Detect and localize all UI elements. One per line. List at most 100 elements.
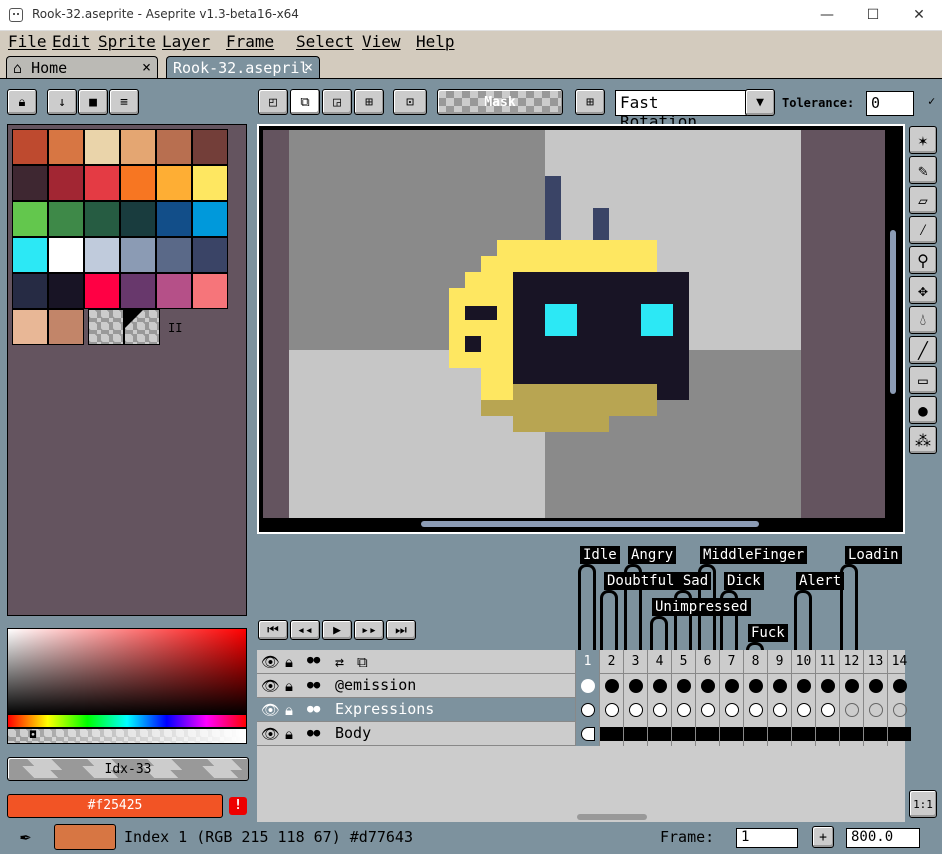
lock-palette-button[interactable]: 🔒︎: [7, 89, 37, 115]
cel[interactable]: [839, 698, 863, 722]
frame-header[interactable]: 1: [575, 650, 599, 674]
palette-swatch[interactable]: [48, 273, 84, 309]
cel[interactable]: [575, 722, 599, 746]
palette-swatch[interactable]: [48, 129, 84, 165]
cel[interactable]: [575, 698, 599, 722]
zoom-reset-button[interactable]: 1:1: [909, 790, 937, 818]
tool-pencil[interactable]: ✎: [909, 156, 937, 184]
cel[interactable]: [647, 698, 671, 722]
layer-name[interactable]: @emission: [335, 676, 416, 694]
selection-replace-button[interactable]: ◰: [258, 89, 288, 115]
palette-swatch[interactable]: [192, 237, 228, 273]
cel[interactable]: [671, 674, 695, 698]
palette-swatch[interactable]: [12, 237, 48, 273]
tool-line[interactable]: ╱: [909, 336, 937, 364]
index-button[interactable]: Idx-33: [7, 757, 249, 781]
visibility-eye-icon[interactable]: 👁︎: [261, 701, 280, 719]
menu-file[interactable]: File: [8, 32, 47, 51]
layer-settings-icon[interactable]: ⧉: [357, 653, 368, 671]
cel[interactable]: [623, 722, 647, 746]
frame-input[interactable]: 1: [736, 828, 798, 848]
tag-middlefinger[interactable]: MiddleFinger: [700, 546, 808, 564]
palette-swatch[interactable]: [120, 129, 156, 165]
cel[interactable]: [839, 722, 863, 746]
tolerance-input[interactable]: 0: [866, 91, 914, 116]
first-frame-button[interactable]: ⏮: [258, 620, 288, 640]
palette-swatch[interactable]: [84, 273, 120, 309]
palette-swatch[interactable]: [84, 237, 120, 273]
frame-header[interactable]: 9: [767, 650, 791, 674]
cel[interactable]: [719, 698, 743, 722]
layer-name[interactable]: Body: [335, 724, 371, 742]
menu-frame[interactable]: Frame: [226, 32, 274, 51]
minimize-button[interactable]: —: [804, 0, 850, 30]
palette-swatch[interactable]: [48, 309, 84, 345]
layer-row[interactable]: 👁︎ 🔒︎ ●● Body: [257, 722, 911, 746]
cel[interactable]: [863, 722, 887, 746]
cel[interactable]: [647, 722, 671, 746]
overflow-chevron-icon[interactable]: ✓: [928, 94, 935, 108]
frame-header[interactable]: 12: [839, 650, 863, 674]
tag-angry[interactable]: Angry: [628, 546, 677, 564]
menu-view[interactable]: View: [362, 32, 401, 51]
transparent-color-button[interactable]: ⊞: [575, 89, 605, 115]
tool-eyedropper[interactable]: ⁄: [909, 216, 937, 244]
cel[interactable]: [815, 722, 839, 746]
cel[interactable]: [767, 722, 791, 746]
selection-intersect-button[interactable]: ⊞: [354, 89, 384, 115]
palette-swatch[interactable]: [12, 273, 48, 309]
palette-swatch[interactable]: [192, 129, 228, 165]
prev-frame-button[interactable]: ◂◂: [290, 620, 320, 640]
cel[interactable]: [887, 698, 911, 722]
layer-row[interactable]: 👁︎ 🔒︎ ●● @emission: [257, 674, 907, 698]
visibility-header-icon[interactable]: 👁︎: [261, 653, 280, 671]
transparent-swatch[interactable]: [88, 309, 124, 345]
tab-home[interactable]: ⌂ Home ×: [6, 56, 158, 79]
frame-header[interactable]: 13: [863, 650, 887, 674]
palette-swatch[interactable]: [48, 201, 84, 237]
palette-swatch[interactable]: [192, 201, 228, 237]
cel[interactable]: [743, 698, 767, 722]
layer-row[interactable]: 👁︎ 🔒︎ ●● Expressions: [257, 698, 907, 722]
palette-swatch[interactable]: [84, 129, 120, 165]
cel[interactable]: [767, 698, 791, 722]
tag-dick[interactable]: Dick: [724, 572, 764, 590]
palette-swatch[interactable]: [120, 201, 156, 237]
palette-swatch[interactable]: [12, 165, 48, 201]
cel[interactable]: [887, 674, 911, 698]
cel[interactable]: [719, 674, 743, 698]
alpha-handle-icon[interactable]: ◘: [30, 730, 36, 741]
cel[interactable]: [791, 674, 815, 698]
cel[interactable]: [815, 674, 839, 698]
onion-skin-header-icon[interactable]: ●●: [307, 653, 320, 666]
sort-palette-button[interactable]: ↓: [47, 89, 77, 115]
layer-name[interactable]: Expressions: [335, 700, 434, 718]
menu-sprite[interactable]: Sprite: [98, 32, 156, 51]
play-button[interactable]: ▶: [322, 620, 352, 640]
cel[interactable]: [791, 698, 815, 722]
palette-swatch[interactable]: [156, 201, 192, 237]
palette-swatch[interactable]: [120, 273, 156, 309]
tool-blur[interactable]: ⁂: [909, 426, 937, 454]
palette-swatch[interactable]: [156, 237, 192, 273]
frame-header[interactable]: 2: [599, 650, 623, 674]
editor-vscroll-thumb[interactable]: [890, 230, 896, 394]
add-frame-button[interactable]: +: [812, 826, 834, 848]
palette-swatch[interactable]: [120, 237, 156, 273]
tool-fill[interactable]: 💧︎: [909, 306, 937, 334]
rotation-dropdown-button[interactable]: ▼: [745, 89, 775, 116]
palette-swatch[interactable]: [12, 309, 48, 345]
cel[interactable]: [839, 674, 863, 698]
cel[interactable]: [671, 698, 695, 722]
cel[interactable]: [791, 722, 815, 746]
maximize-button[interactable]: ☐: [850, 0, 896, 30]
cel[interactable]: [887, 722, 911, 746]
palette-swatch[interactable]: [12, 129, 48, 165]
continuous-icon[interactable]: ●●: [307, 678, 320, 691]
pivot-button[interactable]: ⊡: [393, 89, 427, 115]
tab-home-close-icon[interactable]: ×: [142, 58, 151, 76]
warning-icon[interactable]: !: [229, 797, 247, 815]
eyedropper-status-icon[interactable]: ✒: [20, 826, 31, 847]
selection-add-button[interactable]: ⧉: [290, 89, 320, 115]
timeline-hscroll-thumb[interactable]: [577, 814, 647, 820]
